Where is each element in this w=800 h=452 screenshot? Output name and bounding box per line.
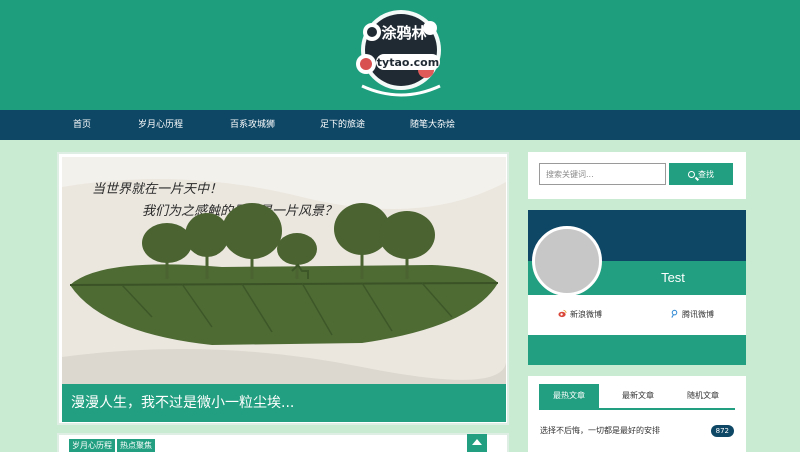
tab-hot-articles[interactable]: 最热文章 — [539, 384, 599, 408]
articles-widget: 最热文章 最新文章 随机文章 选择不后悔，一切都是最好的安排 872 — [528, 376, 746, 452]
search-input[interactable] — [539, 163, 666, 185]
article-title: 选择不后悔，一切都是最好的安排 — [540, 426, 660, 435]
nav-item-essays[interactable]: 随笔大杂烩 — [410, 110, 455, 140]
nav-item-tech[interactable]: 百系攻城狮 — [230, 110, 275, 140]
logo-domain: tytao.com — [377, 56, 439, 69]
featured-post-card: 当世界就在一片天中！ 我们为之感触的是不是一片风景？ — [57, 152, 509, 425]
view-count-badge: 872 — [710, 425, 734, 437]
tencent-weibo-label: 腾讯微博 — [682, 310, 714, 319]
featured-post-title[interactable]: 漫漫人生，我不过是微小一粒尘埃... — [71, 384, 294, 422]
tag-life[interactable]: 岁月心历程 — [69, 439, 115, 452]
leaf-art-image: 当世界就在一片天中！ 我们为之感触的是不是一片风景？ — [62, 157, 506, 384]
search-button-label: 查找 — [698, 169, 714, 179]
tag-hot[interactable]: 热点聚焦 — [117, 439, 155, 452]
weibo-label: 新浪微博 — [570, 310, 602, 319]
site-logo[interactable]: 涂鸦林 tytao.com — [342, 6, 460, 100]
tencent-weibo-link[interactable]: 腾讯微博 — [670, 308, 714, 322]
tab-latest-articles[interactable]: 最新文章 — [608, 384, 668, 408]
weibo-icon — [558, 309, 567, 318]
profile-name: Test — [661, 270, 685, 285]
search-button[interactable]: 查找 — [669, 163, 733, 185]
logo-title: 涂鸦林 — [381, 24, 427, 42]
nav-item-travel[interactable]: 足下的旅途 — [320, 110, 365, 140]
tab-random-articles[interactable]: 随机文章 — [673, 384, 733, 408]
tencent-weibo-icon — [671, 309, 678, 318]
main-nav: 首页 岁月心历程 百系攻城狮 足下的旅途 随笔大杂烩 — [0, 110, 800, 140]
search-icon — [688, 170, 695, 178]
tabs-underline — [539, 408, 735, 410]
image-caption-line1: 当世界就在一片天中！ — [92, 182, 222, 197]
featured-post-title-bar: 漫漫人生，我不过是微小一粒尘埃... — [62, 384, 506, 422]
profile-footer — [528, 335, 746, 365]
list-item[interactable]: 选择不后悔，一切都是最好的安排 872 — [540, 424, 734, 438]
nav-item-life[interactable]: 岁月心历程 — [138, 110, 183, 140]
site-header: 涂鸦林 tytao.com — [0, 0, 800, 110]
featured-post-image[interactable]: 当世界就在一片天中！ 我们为之感触的是不是一片风景？ — [62, 157, 506, 384]
nav-item-home[interactable]: 首页 — [73, 110, 91, 140]
arrow-up-icon — [472, 439, 482, 445]
search-widget: 查找 — [528, 152, 746, 199]
logo-graphic: 涂鸦林 tytao.com — [356, 10, 441, 97]
next-post-card: 岁月心历程 热点聚焦 — [57, 433, 509, 452]
back-to-top-button[interactable] — [467, 434, 487, 452]
weibo-link[interactable]: 新浪微博 — [558, 308, 602, 322]
avatar[interactable] — [532, 226, 602, 296]
profile-widget: Test 新浪微博 腾讯微博 — [528, 210, 746, 365]
